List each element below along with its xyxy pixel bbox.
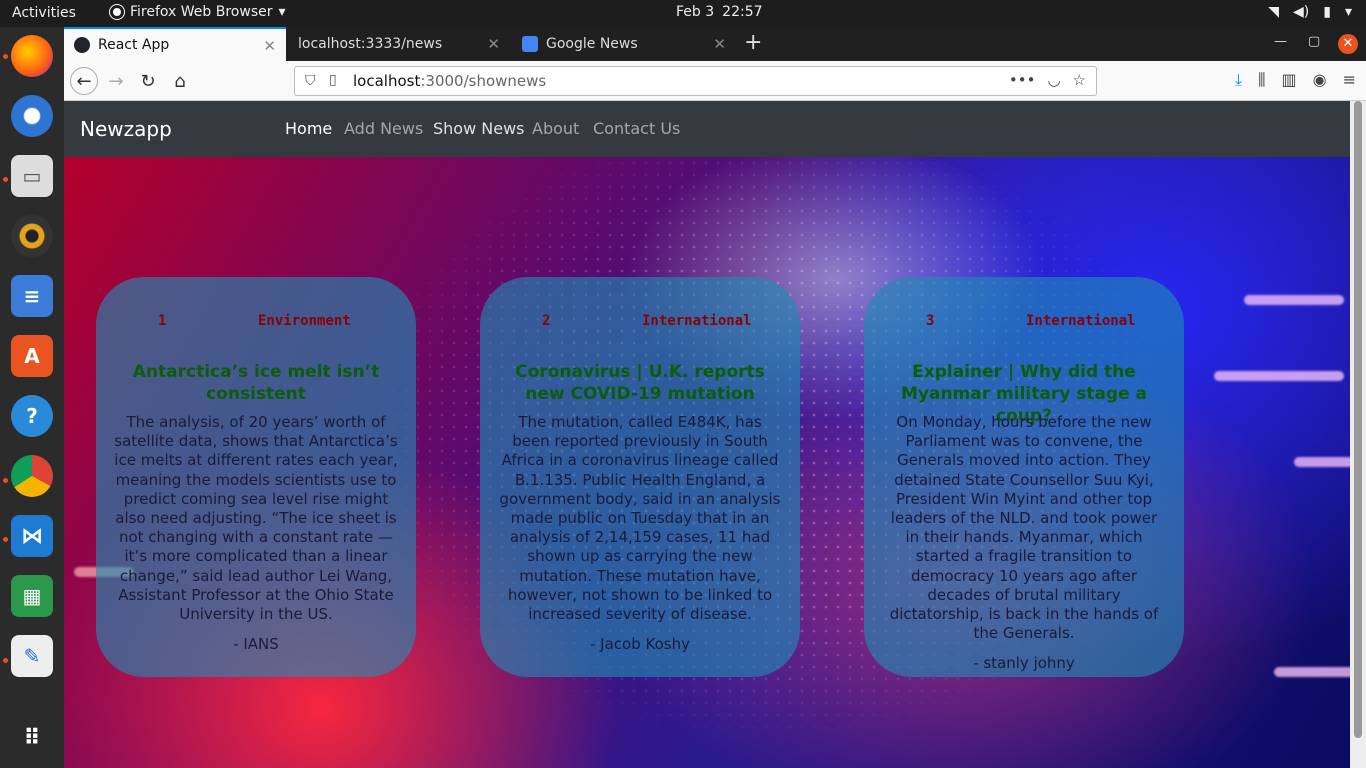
library-icon[interactable]: ⫼ xyxy=(1258,70,1265,90)
nav-home[interactable]: Home xyxy=(285,119,332,138)
files-icon[interactable]: ▭ xyxy=(11,155,53,197)
url-host: localhost xyxy=(353,72,421,90)
running-indicator xyxy=(3,478,8,483)
hero-background: 1 Environment Antarctica’s ice melt isn’… xyxy=(64,157,1350,768)
nav-contact-us[interactable]: Contact Us xyxy=(593,119,680,138)
chevron-down-icon: ▾ xyxy=(278,4,286,20)
nav-about[interactable]: About xyxy=(532,119,579,138)
url-path: :3000/shownews xyxy=(420,72,547,90)
writer-icon[interactable]: ≡ xyxy=(11,275,53,317)
account-icon[interactable]: ◉ xyxy=(1313,70,1327,90)
home-icon[interactable]: ⌂ xyxy=(166,67,194,95)
news-card: 1 Environment Antarctica’s ice melt isn’… xyxy=(96,277,416,677)
news-author: - IANS xyxy=(233,635,279,653)
chrome-icon[interactable] xyxy=(11,455,53,497)
light-streak xyxy=(1214,371,1344,381)
close-icon[interactable]: ✕ xyxy=(487,35,500,53)
running-indicator xyxy=(3,54,8,59)
thunderbird-icon[interactable] xyxy=(11,95,53,137)
system-top-bar: Activities Firefox Web Browser ▾ Feb 3 22… xyxy=(0,0,1366,27)
news-category: International xyxy=(1026,313,1136,329)
more-actions-icon[interactable]: ••• xyxy=(1009,71,1036,89)
nav-add-news[interactable]: Add News xyxy=(344,119,423,138)
bookmark-star-icon[interactable]: ☆ xyxy=(1073,71,1086,89)
download-icon[interactable]: ⤓ xyxy=(1235,70,1242,90)
light-streak xyxy=(1274,667,1350,677)
clock[interactable]: Feb 3 22:57 xyxy=(676,4,763,20)
browser-tab-bar: React App ✕ localhost:3333/news ✕ Google… xyxy=(64,27,1366,61)
close-window-icon[interactable]: ✕ xyxy=(1338,34,1358,54)
news-title: Coronavirus | U.K. reports new COVID-19 … xyxy=(515,362,765,404)
firefox-icon xyxy=(110,5,124,19)
news-category: Environment xyxy=(258,313,351,329)
menu-icon[interactable]: ≡ xyxy=(1343,70,1356,90)
news-number: 1 xyxy=(158,313,167,329)
chevron-down-icon: ▾ xyxy=(1344,4,1352,20)
minimize-icon[interactable]: — xyxy=(1274,34,1287,49)
nav-show-news[interactable]: Show News xyxy=(433,119,525,138)
tab-label: React App xyxy=(98,37,170,53)
running-indicator xyxy=(3,537,8,542)
close-icon[interactable]: ✕ xyxy=(263,37,276,55)
brand-logo[interactable]: Newzapp xyxy=(80,117,172,141)
light-streak xyxy=(1244,295,1344,305)
help-icon[interactable]: ? xyxy=(11,395,53,437)
text-editor-icon[interactable]: ✎ xyxy=(11,635,53,677)
close-icon[interactable]: ✕ xyxy=(713,35,726,53)
browser-nav-toolbar: ← → ↻ ⌂ ⛉ ▯ localhost:3000/shownews ••• … xyxy=(64,61,1366,101)
forward-icon[interactable]: → xyxy=(102,67,130,95)
light-streak xyxy=(1294,457,1350,467)
reload-icon[interactable]: ↻ xyxy=(134,67,162,95)
system-tray[interactable]: ◥ ◀) ▮ ▾ xyxy=(1268,4,1352,20)
news-author: - Jacob Koshy xyxy=(590,635,690,653)
news-body: On Monday, hours before the new Parliame… xyxy=(889,413,1159,643)
new-tab-icon[interactable]: + xyxy=(744,30,762,55)
news-number: 3 xyxy=(926,313,935,329)
app-menu[interactable]: Firefox Web Browser ▾ xyxy=(110,4,286,20)
rhythmbox-icon[interactable] xyxy=(11,215,53,257)
clock-time: 22:57 xyxy=(722,4,763,20)
sidebar-icon[interactable]: ▥ xyxy=(1282,70,1297,90)
activities-button[interactable]: Activities xyxy=(12,5,76,21)
page-scrollbar[interactable] xyxy=(1350,101,1366,768)
web-page: Newzapp Home Add News Show News About Co… xyxy=(64,101,1350,768)
news-body: The analysis, of 20 years’ worth of sate… xyxy=(114,413,398,624)
clock-date: Feb 3 xyxy=(676,4,715,20)
news-card: 2 International Coronavirus | U.K. repor… xyxy=(480,277,800,677)
news-body: The mutation, called E484K, has been rep… xyxy=(499,413,781,624)
url-bar[interactable]: ⛉ ▯ localhost:3000/shownews ••• ◡ ☆ xyxy=(294,66,1097,96)
software-center-icon[interactable]: A xyxy=(11,335,53,377)
app-menu-label: Firefox Web Browser xyxy=(130,4,273,20)
tab-react-app[interactable]: React App ✕ xyxy=(64,27,286,61)
tab-label: localhost:3333/news xyxy=(298,36,443,52)
scrollbar-thumb[interactable] xyxy=(1354,101,1362,738)
maximize-icon[interactable]: ▢ xyxy=(1308,34,1320,49)
react-icon xyxy=(74,37,90,53)
shield-icon: ⛉ xyxy=(305,73,316,89)
tab-localhost-news[interactable]: localhost:3333/news ✕ xyxy=(288,27,510,61)
news-title: Antarctica’s ice melt isn’t consistent xyxy=(132,362,380,404)
firefox-icon[interactable] xyxy=(11,35,53,77)
page-info-icon[interactable]: ▯ xyxy=(329,72,337,88)
show-apps-icon[interactable]: ⠿ xyxy=(11,717,53,759)
pocket-icon[interactable]: ◡ xyxy=(1047,71,1060,89)
wifi-icon: ◥ xyxy=(1268,4,1280,20)
running-indicator xyxy=(3,658,8,663)
news-category: International xyxy=(642,313,752,329)
volume-icon: ◀) xyxy=(1293,4,1310,20)
tab-google-news[interactable]: Google News ✕ xyxy=(512,27,736,61)
news-card: 3 International Explainer | Why did the … xyxy=(864,277,1184,677)
calc-icon[interactable]: ▦ xyxy=(11,575,53,617)
battery-icon: ▮ xyxy=(1323,4,1331,20)
running-indicator xyxy=(3,177,8,182)
tab-label: Google News xyxy=(546,36,638,52)
vscode-icon[interactable]: ⋈ xyxy=(11,515,53,557)
app-navbar: Newzapp Home Add News Show News About Co… xyxy=(64,101,1350,157)
dock: ▭ ≡ A ? ⋈ ▦ ✎ ⠿ xyxy=(0,27,64,768)
back-icon[interactable]: ← xyxy=(70,67,98,95)
google-news-icon xyxy=(522,36,538,52)
news-number: 2 xyxy=(542,313,551,329)
news-author: - stanly johny xyxy=(973,654,1075,672)
